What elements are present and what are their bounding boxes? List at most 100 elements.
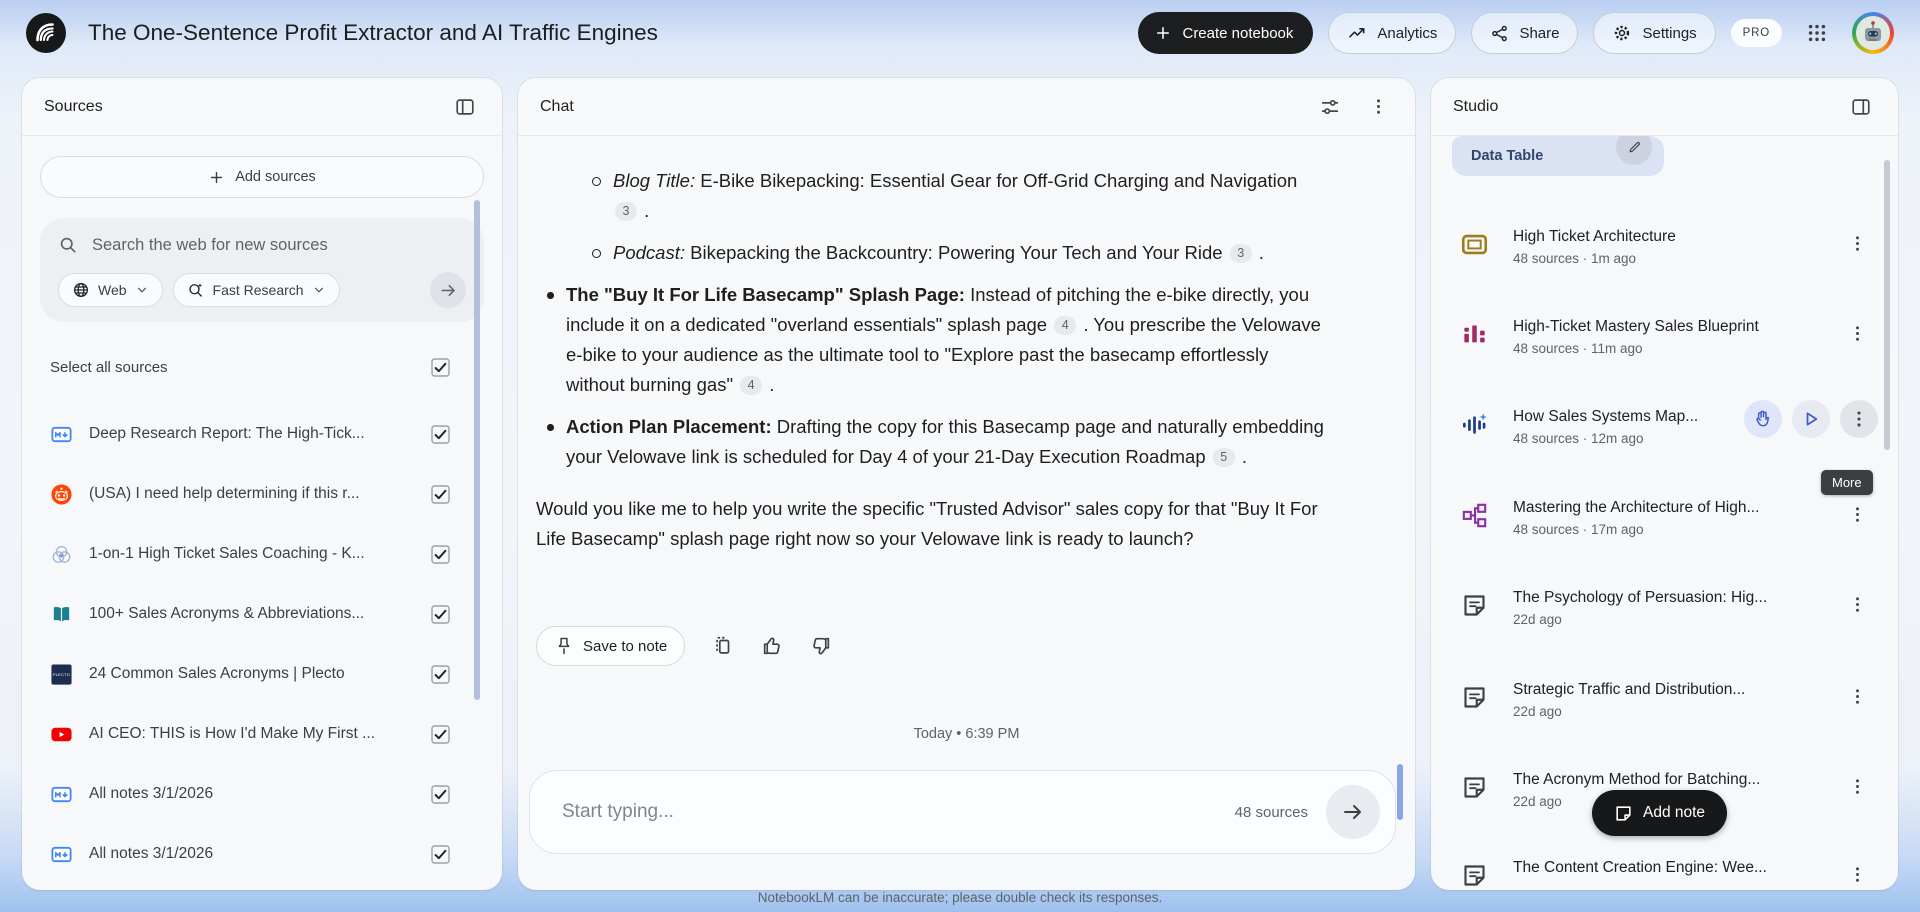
source-checkbox[interactable] xyxy=(431,665,450,684)
studio-item[interactable]: The Psychology of Persuasion: Hig...22d … xyxy=(1431,589,1898,655)
chat-italic-text: Blog Title: xyxy=(613,170,695,191)
settings-button[interactable]: Settings xyxy=(1593,12,1715,54)
studio-item-texts: How Sales Systems Map... 48 sources · 12m… xyxy=(1513,408,1738,446)
more-options-button[interactable] xyxy=(1844,591,1870,617)
save-to-note-button[interactable]: Save to note xyxy=(536,626,685,666)
more-options-button[interactable] xyxy=(1844,501,1870,527)
source-list-item[interactable]: 1-on-1 High Ticket Sales Coaching - K... xyxy=(22,524,502,584)
share-icon xyxy=(1490,24,1509,43)
user-avatar[interactable] xyxy=(1852,12,1894,54)
source-checkbox[interactable] xyxy=(431,725,450,744)
add-sources-button[interactable]: Add sources xyxy=(40,156,484,198)
more-options-button[interactable] xyxy=(1844,230,1870,256)
source-title: All notes 3/1/2026 xyxy=(89,785,415,803)
svg-text:PLECTO: PLECTO xyxy=(53,673,70,677)
studio-item-meta: 48 sources · 11m ago xyxy=(1513,341,1828,356)
pin-icon xyxy=(554,636,574,656)
studio-item-meta: 48 sources · 1m ago xyxy=(1513,251,1828,266)
studio-item-meta: 48 sources · 12m ago xyxy=(1513,431,1738,446)
analytics-button[interactable]: Analytics xyxy=(1328,12,1456,54)
select-all-checkbox[interactable] xyxy=(431,358,450,377)
copy-icon[interactable] xyxy=(712,635,734,657)
add-note-button[interactable]: Add note xyxy=(1592,790,1727,836)
source-checkbox[interactable] xyxy=(431,785,450,804)
source-list-item[interactable]: Deep Research Report: The High-Tick... xyxy=(22,404,502,464)
create-notebook-button[interactable]: Create notebook xyxy=(1138,12,1313,54)
chat-input-card: 48 sources xyxy=(529,770,1396,854)
chat-response-actions: Save to note xyxy=(536,626,832,666)
citation-badge[interactable]: 5 xyxy=(1213,448,1235,467)
youtube-icon xyxy=(50,723,73,746)
source-title: 100+ Sales Acronyms & Abbreviations... xyxy=(89,605,415,623)
more-options-button[interactable] xyxy=(1844,683,1870,709)
robot-avatar-image xyxy=(1856,16,1890,50)
frame-icon xyxy=(1461,231,1488,258)
studio-item[interactable]: How Sales Systems Map... 48 sources · 12m… xyxy=(1431,408,1898,474)
studio-item[interactable]: High Ticket Architecture48 sources · 1m … xyxy=(1431,228,1898,294)
studio-item[interactable]: Strategic Traffic and Distribution...22d… xyxy=(1431,681,1898,747)
studio-item-texts: Mastering the Architecture of High... 48 … xyxy=(1513,499,1828,537)
note-icon xyxy=(1461,774,1488,801)
web-search-input[interactable]: Search the web for new sources xyxy=(58,235,466,255)
chat-scrollbar[interactable] xyxy=(1397,764,1403,820)
studio-item-meta: 48 sources · 17m ago xyxy=(1513,522,1828,537)
source-list-item[interactable]: 100+ Sales Acronyms & Abbreviations... xyxy=(22,584,502,644)
apps-grid-icon[interactable] xyxy=(1797,13,1837,53)
chat-text: Bikepacking the Backcountry: Powering Yo… xyxy=(685,242,1228,263)
plus-icon xyxy=(1154,24,1172,42)
more-options-button[interactable] xyxy=(1840,400,1878,438)
markdown-doc-icon xyxy=(50,843,73,866)
citation-badge[interactable]: 4 xyxy=(1054,316,1076,335)
send-message-button[interactable] xyxy=(1326,785,1380,839)
chat-disc-bullet: Action Plan Placement: Drafting the copy… xyxy=(566,412,1328,472)
source-list-item[interactable]: AI CEO: THIS is How I'd Make My First ..… xyxy=(22,704,502,764)
web-filter-chip[interactable]: Web xyxy=(58,273,163,307)
source-checkbox[interactable] xyxy=(431,485,450,504)
chat-input[interactable] xyxy=(560,800,1235,824)
studio-item[interactable]: Mastering the Architecture of High... 48 … xyxy=(1431,499,1898,565)
notebooklm-logo-icon[interactable] xyxy=(26,13,66,53)
chat-panel-title: Chat xyxy=(540,98,1315,116)
studio-item-meta: 22d ago xyxy=(1513,704,1828,719)
source-checkbox[interactable] xyxy=(431,845,450,864)
plus-icon xyxy=(208,169,225,186)
note-icon xyxy=(1614,804,1633,823)
studio-item-title: Mastering the Architecture of High... xyxy=(1513,499,1828,517)
reddit-icon xyxy=(50,483,73,506)
collapse-studio-panel-icon[interactable] xyxy=(1846,92,1876,122)
play-audio-button[interactable] xyxy=(1792,400,1830,438)
studio-item[interactable]: The Content Creation Engine: Wee... xyxy=(1431,859,1898,890)
source-list-item[interactable]: PLECTO24 Common Sales Acronyms | Plecto xyxy=(22,644,502,704)
trending-up-icon xyxy=(1347,23,1367,43)
citation-badge[interactable]: 4 xyxy=(740,376,762,395)
citation-badge[interactable]: 3 xyxy=(1230,244,1252,263)
thumbs-down-icon[interactable] xyxy=(810,635,832,657)
studio-scrollbar[interactable] xyxy=(1884,160,1890,450)
interactive-mode-button[interactable] xyxy=(1744,400,1782,438)
citation-badge[interactable]: 3 xyxy=(615,202,637,221)
thumbs-up-icon[interactable] xyxy=(761,635,783,657)
studio-item-title: How Sales Systems Map... xyxy=(1513,408,1738,426)
studio-item[interactable]: High-Ticket Mastery Sales Blueprint48 so… xyxy=(1431,318,1898,384)
collapse-sources-panel-icon[interactable] xyxy=(450,92,480,122)
source-list-item[interactable]: All notes 3/1/2026 xyxy=(22,824,502,884)
more-options-button[interactable] xyxy=(1844,320,1870,346)
source-checkbox[interactable] xyxy=(431,545,450,564)
pro-badge[interactable]: PRO xyxy=(1731,19,1782,47)
notebook-title[interactable]: The One-Sentence Profit Extractor and AI… xyxy=(88,20,658,46)
venn-icon xyxy=(50,543,73,566)
chat-more-options-icon[interactable] xyxy=(1363,92,1393,122)
web-search-placeholder: Search the web for new sources xyxy=(92,236,328,255)
source-list-item[interactable]: (USA) I need help determining if this r.… xyxy=(22,464,502,524)
more-options-button[interactable] xyxy=(1844,773,1870,799)
more-options-button[interactable] xyxy=(1844,861,1870,887)
sources-scrollbar[interactable] xyxy=(474,200,480,700)
source-checkbox[interactable] xyxy=(431,605,450,624)
share-button[interactable]: Share xyxy=(1471,12,1578,54)
chat-settings-icon[interactable] xyxy=(1315,92,1345,122)
research-mode-chip[interactable]: Fast Research xyxy=(173,273,340,307)
source-checkbox[interactable] xyxy=(431,425,450,444)
chat-text: . xyxy=(764,374,774,395)
source-list-item[interactable]: All notes 3/1/2026 xyxy=(22,764,502,824)
submit-web-search-button[interactable] xyxy=(430,272,466,308)
